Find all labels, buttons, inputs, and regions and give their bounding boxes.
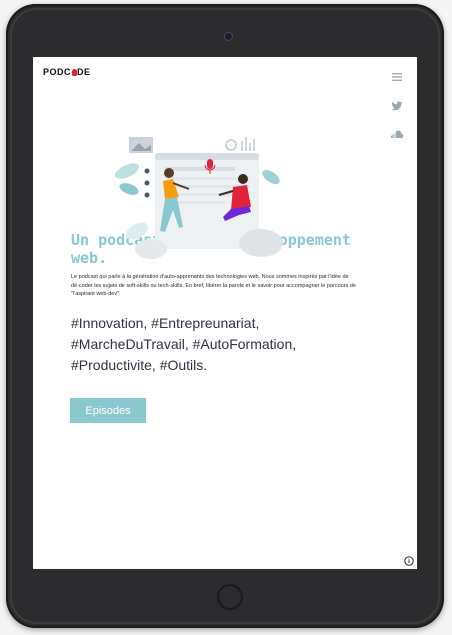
menu-icon[interactable]: [389, 69, 405, 85]
info-icon[interactable]: [404, 556, 414, 566]
camera-icon: [224, 32, 233, 41]
tablet-frame: PODCDE Un podcast sur le développement w…: [6, 4, 444, 628]
twitter-icon[interactable]: [389, 98, 405, 114]
side-nav: [389, 69, 405, 156]
logo-text-left: PODC: [43, 67, 72, 77]
web-page: PODCDE Un podcast sur le développement w…: [33, 57, 417, 569]
soundcloud-icon[interactable]: [389, 127, 405, 143]
microphone-logo-icon: [71, 69, 77, 76]
hero-tags: #Innovation, #Entrepreunariat, #MarcheDu…: [71, 315, 297, 373]
podcast-illustration: [114, 137, 283, 259]
home-button[interactable]: [217, 584, 243, 610]
podcode-logo[interactable]: PODC DE: [43, 67, 91, 77]
logo-text-right: DE: [77, 67, 91, 77]
hero-description: Le podcast qui parle à la génération d'a…: [71, 274, 356, 297]
episodes-button[interactable]: Episodes: [70, 398, 146, 423]
